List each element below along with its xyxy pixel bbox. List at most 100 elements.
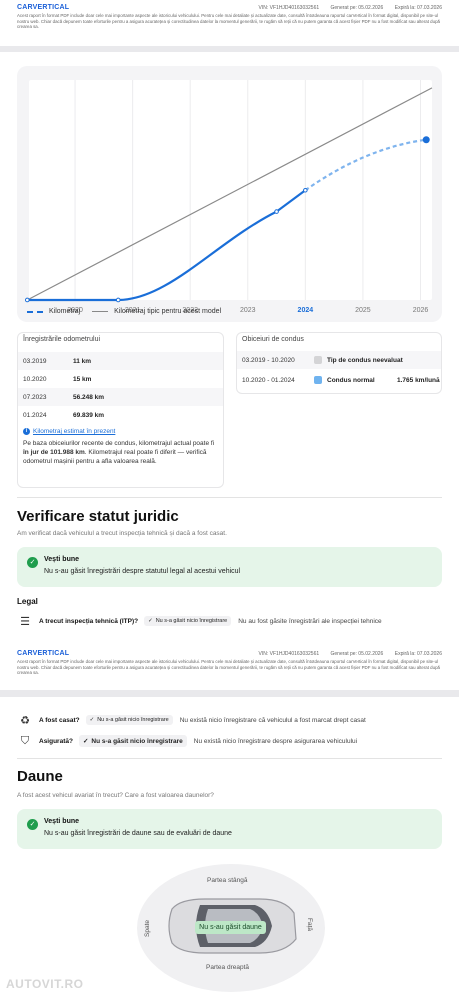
report-page-damage: ♻ A fost casat? ✓ Nu s-a găsit nicio înre… (0, 697, 459, 998)
itp-text: Nu au fost găsite înregistrări ale inspe… (238, 617, 382, 625)
status-badge: ✓ Nu s-a găsit nicio înregistrare (78, 735, 187, 747)
report-page-top: CARVERTICAL VIN: VF1HJD40163032561 Gener… (0, 0, 459, 46)
check-small-icon: ✓ (148, 618, 153, 624)
status-badge-text: Nu s-a găsit nicio înregistrare (91, 737, 183, 745)
legal-good-news: ✓ Vești bune Nu s-au găsit înregistrări … (17, 547, 442, 587)
mileage-chart: 2020 2021 2022 2023 2024 2025 2026 Kilometraj … (17, 66, 442, 322)
damage-good-news: ✓ Vești bune Nu s-au găsit înregistrări … (17, 809, 442, 849)
brand-logo: CARVERTICAL (17, 4, 70, 11)
habit-period: 03.2019 - 10.2020 (242, 356, 295, 364)
odometer-row: 03.2019 11 km (18, 352, 223, 370)
label-left-side: Partea stângă (207, 877, 248, 884)
estimate-pre: Pe baza obiceiurilor recente de condus, … (23, 440, 215, 447)
x-tick-label: 2026 (413, 307, 429, 314)
habit-row: 10.2020 - 01.2024 Condus normal 1.765 km… (237, 371, 441, 389)
legend-typical: Kilometraj tipic pentru acest model (114, 308, 222, 315)
good-text: Nu s-au găsit înregistrări despre statut… (44, 568, 241, 575)
legend-swatch-typical (92, 311, 109, 312)
damage-subtitle: A fost acest vehicul avariat în trecut? … (17, 792, 214, 799)
habits-title: Obiceiuri de condus (242, 336, 304, 343)
damage-heading: Daune (17, 768, 63, 785)
x-tick-label: 2023 (240, 307, 256, 314)
habits-card: Obiceiuri de condus 03.2019 - 10.2020 Ti… (236, 332, 442, 394)
odo-date: 01.2024 (23, 411, 47, 419)
legend-mileage: Kilometraj (49, 308, 81, 315)
data-point (24, 297, 30, 303)
good-title: Vești bune (44, 556, 80, 563)
data-point (303, 187, 308, 193)
estimate-link-text: Kilometraj estimat în prezent (33, 428, 116, 435)
itp-label: A trecut inspecția tehnică (ITP)? (39, 617, 139, 625)
estimate-point (422, 136, 430, 144)
insurance-item: ⛉ Asigurată? ✓ Nu s-a găsit nicio înregis… (17, 733, 449, 749)
x-tick-label: 2025 (355, 307, 371, 314)
estimate-link[interactable]: i Kilometraj estimat în prezent (23, 427, 218, 436)
habit-swatch (314, 376, 322, 384)
scrapped-label: A fost casat? (39, 716, 80, 724)
legal-section-title: Legal (17, 597, 38, 606)
shield-icon: ⛉ (20, 734, 30, 747)
brand-logo: CARVERTICAL (17, 650, 70, 657)
vin-text: VIN: VF1HJD40163032561 (258, 5, 320, 11)
status-badge-text: Nu s-a găsit nicio înregistrare (97, 717, 169, 723)
good-text: Nu s-au găsit înregistrări de daune sau … (44, 830, 232, 837)
odo-value: 69.839 km (73, 411, 105, 419)
label-front: Față (306, 917, 314, 932)
habit-rate: 1.765 km/lună (397, 376, 440, 384)
expiry-date: Expiră la: 07.03.2026 (394, 5, 442, 11)
data-point (115, 297, 121, 303)
generated-date: Generat pe: 05.02.2026 (330, 5, 384, 11)
legend-swatch-mileage (27, 310, 43, 313)
good-title: Vești bune (44, 818, 80, 825)
odometer-row: 01.2024 69.839 km (18, 406, 223, 424)
odometer-card: Înregistrările odometrului 03.2019 11 km… (17, 332, 224, 488)
report-header: CARVERTICAL VIN: VF1HJD40163032561 Gener… (17, 650, 442, 686)
watermark: AUTOVIT.RO (6, 977, 84, 991)
habit-swatch (314, 356, 322, 364)
insurance-text: Nu există nicio înregistrare despre asig… (193, 737, 358, 745)
scrapped-text: Nu există nicio înregistrare că vehiculu… (179, 716, 366, 724)
vin-text: VIN: VF1HJD40163032561 (258, 651, 320, 657)
status-badge-text: Nu s-a găsit nicio înregistrare (155, 618, 228, 624)
info-icon: i (23, 428, 30, 435)
odo-date: 07.2023 (23, 393, 47, 401)
habit-period: 10.2020 - 01.2024 (242, 376, 295, 384)
checklist-icon: ☰ (20, 615, 30, 628)
data-point (274, 209, 279, 214)
scrapped-item: ♻ A fost casat? ✓ Nu s-a găsit nicio înre… (17, 712, 449, 728)
disclaimer-text: Acest raport în format PDF include doar … (17, 13, 440, 30)
habit-row: 03.2019 - 10.2020 Tip de condus neevalua… (237, 351, 441, 369)
odometer-row: 07.2023 56.248 km (18, 388, 223, 406)
no-damage-badge: Nu s-au găsit daune (195, 921, 266, 934)
report-meta: VIN: VF1HJD40163032561 Generat pe: 05.02… (249, 5, 442, 11)
expiry-date: Expiră la: 07.03.2026 (394, 651, 442, 657)
check-icon: ✓ (27, 557, 38, 568)
label-back: Spate (144, 920, 151, 937)
check-small-icon: ✓ (82, 738, 89, 745)
divider (17, 497, 442, 498)
disclaimer-text: Acest raport în format PDF include doar … (17, 659, 440, 676)
habit-type: Condus normal (327, 376, 375, 384)
habit-type: Tip de condus neevaluat (327, 356, 403, 364)
label-right-side: Partea dreaptă (206, 964, 250, 971)
estimate-bold: în jur de 101.988 km (23, 449, 85, 456)
mileage-chart-svg: 2020 2021 2022 2023 2024 2025 2026 (24, 80, 433, 314)
status-badge: ✓ Nu s-a găsit nicio înregistrare (144, 616, 232, 626)
itp-item: ☰ A trecut inspecția tehnică (ITP)? ✓ Nu … (17, 613, 449, 629)
divider (17, 758, 442, 759)
odo-value: 56.248 km (73, 393, 105, 401)
generated-date: Generat pe: 05.02.2026 (330, 651, 384, 657)
odo-value: 15 km (73, 375, 92, 383)
report-header: CARVERTICAL VIN: VF1HJD40163032561 Gener… (17, 4, 442, 44)
odo-date: 03.2019 (23, 357, 47, 365)
x-tick-label: 2024 (298, 307, 314, 314)
odometer-row: 10.2020 15 km (18, 370, 223, 388)
report-page-mileage: 2020 2021 2022 2023 2024 2025 2026 Kilometraj … (0, 52, 459, 690)
check-icon: ✓ (27, 819, 38, 830)
insurance-label: Asigurată? (39, 737, 73, 745)
check-small-icon: ✓ (89, 717, 95, 723)
estimate-block: i Kilometraj estimat în prezent Pe baza … (23, 427, 218, 466)
status-badge: ✓ Nu s-a găsit nicio înregistrare (85, 715, 173, 725)
estimate-text: Pe baza obiceiurilor recente de condus, … (23, 439, 218, 466)
legal-subtitle: Am verificat dacă vehiculul a trecut ins… (17, 530, 227, 537)
